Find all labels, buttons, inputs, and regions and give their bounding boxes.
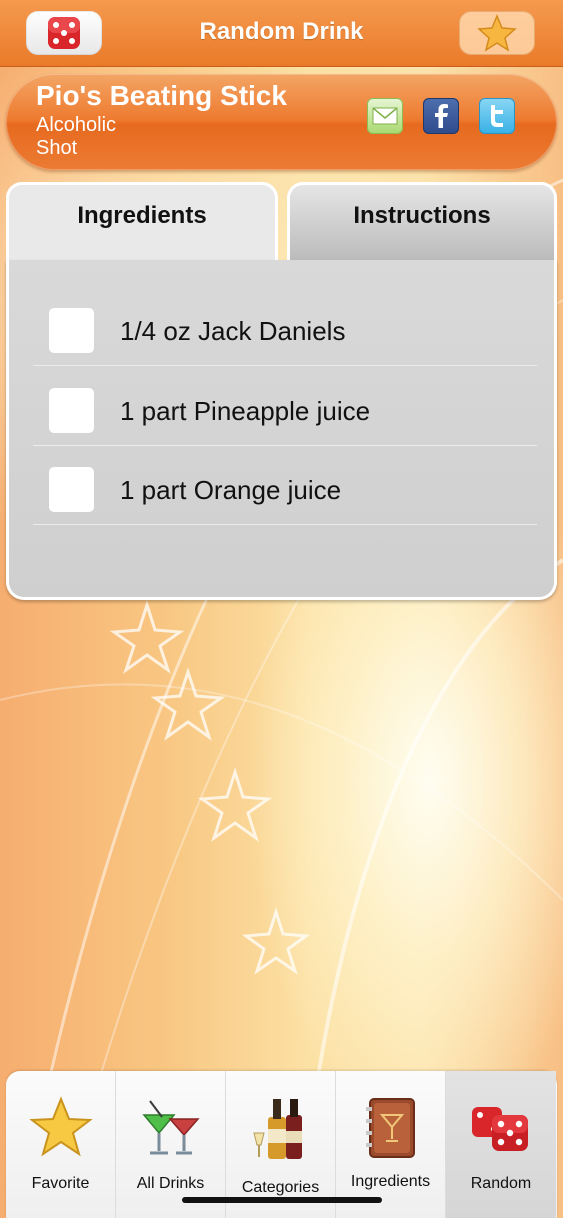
ingredient-text: 1 part Orange juice [120, 475, 342, 505]
ingredient-text: 1/4 oz Jack Daniels [120, 316, 346, 346]
tabbar-item-all-drinks[interactable]: All Drinks [116, 1071, 226, 1218]
ingredient-row[interactable]: 1/4 oz Jack Daniels [33, 286, 537, 366]
tabbar-label: Favorite [31, 1175, 90, 1192]
cocktail-glasses-icon [141, 1100, 200, 1155]
recipe-book-icon [365, 1098, 415, 1158]
star-icon [477, 14, 517, 52]
tabbar-label: Categories [241, 1179, 320, 1196]
ingredient-row[interactable]: 1 part Orange juice [33, 445, 537, 525]
tab-instructions[interactable]: Instructions [287, 182, 557, 264]
ingredient-checkbox[interactable] [49, 467, 94, 512]
drink-type: Alcoholic [36, 114, 117, 136]
twitter-icon [491, 105, 503, 127]
tabbar-item-categories[interactable]: Categories [226, 1071, 336, 1218]
tabbar-item-favorite[interactable]: Favorite [6, 1071, 116, 1218]
ingredients-list: 1/4 oz Jack Daniels 1 part Pineapple jui… [6, 260, 557, 600]
bottles-icon [252, 1099, 302, 1159]
ingredient-checkbox[interactable] [49, 308, 94, 353]
tab-ingredients[interactable]: Ingredients [6, 182, 278, 264]
tabbar-label: Ingredients [350, 1173, 431, 1190]
drink-header: Pio's Beating Stick Alcoholic Shot [6, 74, 557, 170]
navigation-bar: Random Drink [0, 0, 563, 67]
tabbar-label: All Drinks [136, 1175, 205, 1192]
drink-category: Shot [36, 137, 78, 159]
ingredient-row[interactable]: 1 part Pineapple juice [33, 366, 537, 446]
favorite-star-button[interactable] [459, 11, 535, 55]
facebook-icon [435, 104, 448, 128]
tabbar-item-random[interactable]: Random [446, 1071, 556, 1218]
drink-name: Pio's Beating Stick [36, 80, 287, 111]
share-facebook-button[interactable] [423, 98, 459, 134]
drink-detail-panel: Ingredients Instructions 1/4 oz Jack Dan… [6, 182, 557, 600]
tabbar-label: Random [470, 1175, 532, 1192]
share-email-button[interactable] [367, 98, 403, 134]
share-twitter-button[interactable] [479, 98, 515, 134]
dice-icon [472, 1107, 528, 1151]
star-icon [28, 1096, 93, 1157]
bottom-tab-bar: Favorite All Drinks Categories Ingredien… [6, 1071, 557, 1218]
tabbar-item-ingredients[interactable]: Ingredients [336, 1071, 446, 1218]
mail-icon [372, 107, 398, 125]
ingredient-checkbox[interactable] [49, 388, 94, 433]
ingredient-text: 1 part Pineapple juice [120, 396, 371, 426]
home-indicator [182, 1197, 382, 1203]
